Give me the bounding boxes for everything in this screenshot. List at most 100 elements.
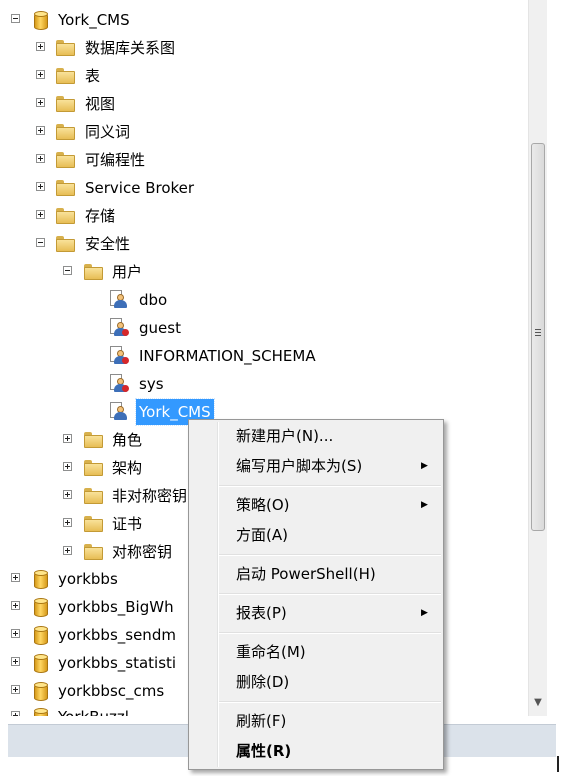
folder-icon xyxy=(84,460,104,477)
tree-label: yorkbbsc_cms xyxy=(58,682,165,700)
tree-label: 数据库关系图 xyxy=(85,39,176,57)
expand-icon[interactable] xyxy=(36,182,45,191)
tree-label: guest xyxy=(139,319,181,337)
menu-item-label: 编写用户脚本为(S) xyxy=(236,457,363,475)
menu-item-label: 方面(A) xyxy=(236,526,288,544)
menu-item-properties[interactable]: 属性(R) xyxy=(191,737,441,765)
database-icon xyxy=(34,11,54,30)
menu-item-label: 新建用户(N)... xyxy=(236,427,334,445)
tree-label: 视图 xyxy=(85,95,116,113)
menu-item-label: 删除(D) xyxy=(236,673,290,691)
folder-icon xyxy=(56,68,76,85)
tree-label: sys xyxy=(139,375,164,393)
tree-label: dbo xyxy=(139,291,168,309)
expand-icon[interactable] xyxy=(36,126,45,135)
collapse-icon[interactable] xyxy=(36,238,45,247)
menu-separator xyxy=(219,554,441,556)
folder-icon xyxy=(56,124,76,141)
tree-label: 非对称密钥 xyxy=(112,487,188,505)
tree-label: 证书 xyxy=(112,515,143,533)
folder-icon xyxy=(84,264,104,281)
tree-label: 安全性 xyxy=(85,235,131,253)
tree-label: INFORMATION_SCHEMA xyxy=(139,347,316,365)
scrollbar-thumb[interactable] xyxy=(531,143,545,531)
expand-icon[interactable] xyxy=(11,685,20,694)
menu-item-start-powershell[interactable]: 启动 PowerShell(H) xyxy=(191,560,441,588)
menu-item-script-user-as[interactable]: 编写用户脚本为(S) ▶ xyxy=(191,452,441,480)
folder-icon xyxy=(56,208,76,225)
folder-icon xyxy=(56,236,76,253)
database-icon xyxy=(34,654,54,673)
expand-icon[interactable] xyxy=(63,518,72,527)
menu-item-label: 重命名(M) xyxy=(236,643,306,661)
tree-label: 同义词 xyxy=(85,123,131,141)
folder-icon xyxy=(84,516,104,533)
expand-icon[interactable] xyxy=(11,629,20,638)
user-icon xyxy=(110,318,130,336)
tree-label: 架构 xyxy=(112,459,143,477)
scroll-grip-icon xyxy=(535,329,541,330)
menu-separator xyxy=(219,632,441,634)
user-icon xyxy=(110,374,130,392)
expand-icon[interactable] xyxy=(63,462,72,471)
tree-label: 存储 xyxy=(85,207,116,225)
menu-item-label: 报表(P) xyxy=(236,604,287,622)
expand-icon[interactable] xyxy=(63,546,72,555)
user-icon xyxy=(110,346,130,364)
context-menu: 新建用户(N)... 编写用户脚本为(S) ▶ 策略(O) ▶ 方面(A) 启动… xyxy=(188,419,444,770)
folder-icon xyxy=(56,180,76,197)
menu-item-label: 策略(O) xyxy=(236,496,290,514)
tree-label: YorkBuzzl xyxy=(58,704,129,716)
expand-icon[interactable] xyxy=(36,42,45,51)
database-icon xyxy=(34,708,54,716)
expand-icon[interactable] xyxy=(11,601,20,610)
menu-separator xyxy=(219,701,441,703)
folder-icon xyxy=(56,40,76,57)
scroll-grip-icon xyxy=(535,332,541,333)
submenu-arrow-icon: ▶ xyxy=(421,608,428,618)
tree-label: 表 xyxy=(85,67,101,85)
menu-item-rename[interactable]: 重命名(M) xyxy=(191,638,441,666)
database-icon xyxy=(34,626,54,645)
database-icon xyxy=(34,598,54,617)
menu-item-label: 属性(R) xyxy=(236,742,292,760)
tree-label: York_CMS xyxy=(58,11,130,29)
tree-label: Service Broker xyxy=(85,179,195,197)
submenu-arrow-icon: ▶ xyxy=(421,500,428,510)
database-icon xyxy=(34,682,54,701)
menu-item-label: 刷新(F) xyxy=(236,712,287,730)
collapse-icon[interactable] xyxy=(63,266,72,275)
tree-node-york-cms[interactable]: York_CMS xyxy=(0,7,528,33)
folder-icon xyxy=(84,544,104,561)
expand-icon[interactable] xyxy=(36,70,45,79)
tree-label: yorkbbs_statisti xyxy=(58,654,177,672)
menu-item-policies[interactable]: 策略(O) ▶ xyxy=(191,491,441,519)
tree-label: yorkbbs xyxy=(58,570,118,588)
expand-icon[interactable] xyxy=(63,434,72,443)
menu-item-delete[interactable]: 删除(D) xyxy=(191,668,441,696)
expand-icon[interactable] xyxy=(36,98,45,107)
tree-label: yorkbbs_sendm xyxy=(58,626,176,644)
tree-label: 对称密钥 xyxy=(112,543,173,561)
collapse-icon[interactable] xyxy=(11,14,20,23)
expand-icon[interactable] xyxy=(36,210,45,219)
menu-item-reports[interactable]: 报表(P) ▶ xyxy=(191,599,441,627)
menu-separator xyxy=(219,593,441,595)
menu-item-new-user[interactable]: 新建用户(N)... xyxy=(191,422,441,450)
tree-label: 可编程性 xyxy=(85,151,146,169)
menu-item-label: 启动 PowerShell(H) xyxy=(236,565,376,583)
expand-icon[interactable] xyxy=(11,657,20,666)
expand-icon[interactable] xyxy=(11,573,20,582)
folder-icon xyxy=(56,152,76,169)
expand-icon[interactable] xyxy=(63,490,72,499)
scroll-arrow-down-icon[interactable]: ▼ xyxy=(533,698,543,708)
menu-item-refresh[interactable]: 刷新(F) xyxy=(191,707,441,735)
user-icon xyxy=(110,290,130,308)
tree-label: 角色 xyxy=(112,431,143,449)
menu-item-facets[interactable]: 方面(A) xyxy=(191,521,441,549)
database-icon xyxy=(34,570,54,589)
vertical-scrollbar[interactable]: ▼ xyxy=(528,0,547,716)
expand-icon[interactable] xyxy=(36,154,45,163)
text-cursor xyxy=(557,756,559,772)
folder-icon xyxy=(84,432,104,449)
